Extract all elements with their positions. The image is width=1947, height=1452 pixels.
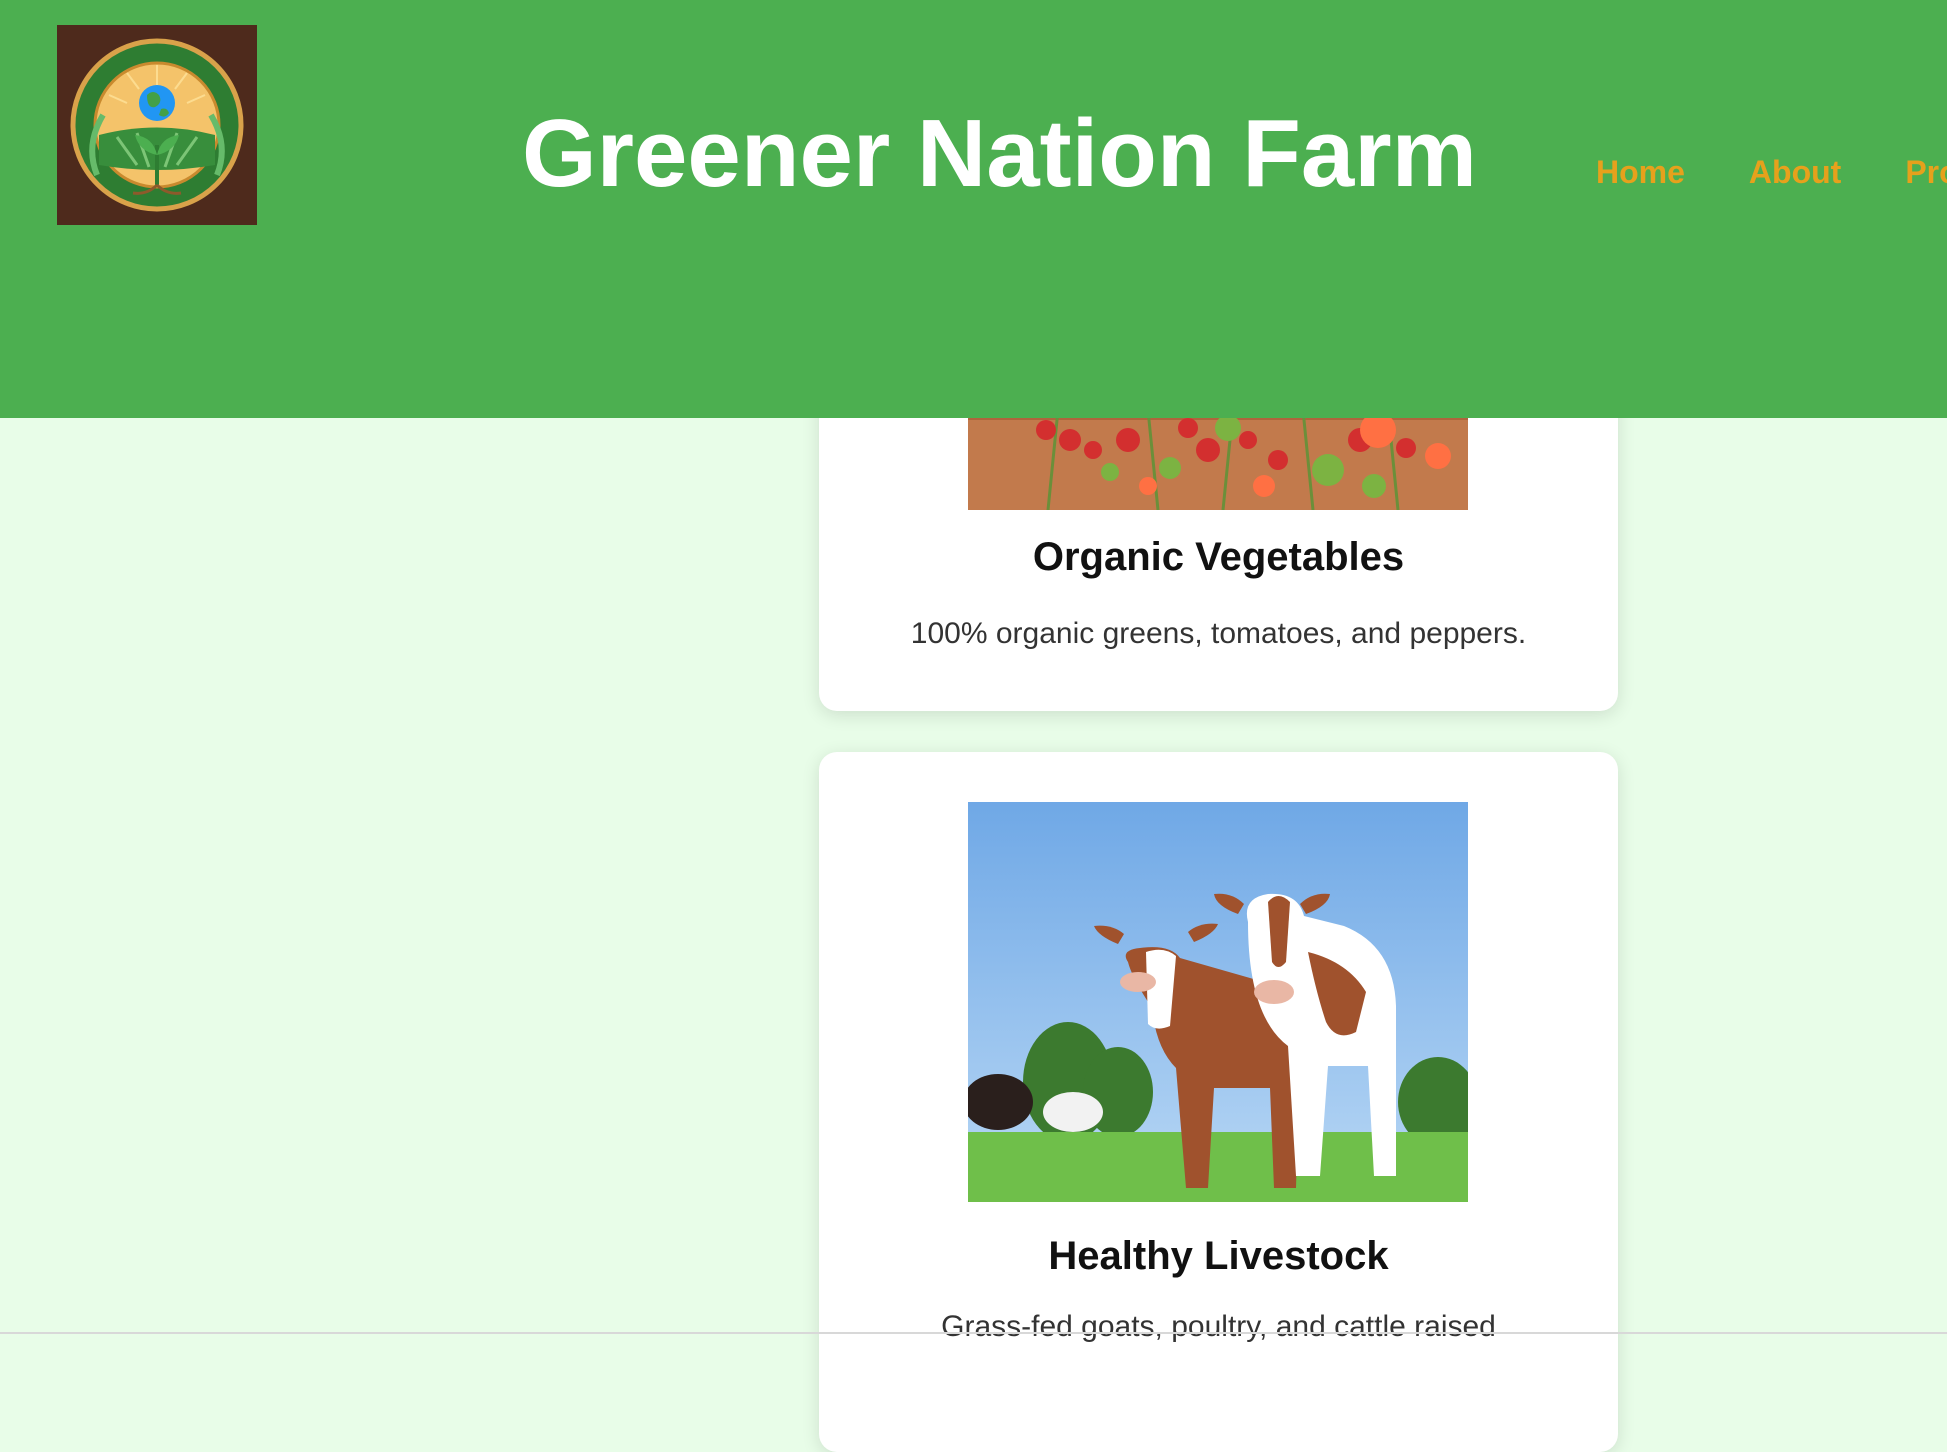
farm-logo[interactable]: [57, 25, 257, 225]
main-nav: Home About Pro: [1596, 152, 1947, 192]
product-description: 100% organic greens, tomatoes, and peppe…: [910, 617, 1527, 650]
logo-emblem-icon: [57, 25, 257, 225]
site-title: Greener Nation Farm: [522, 100, 1477, 207]
nav-home-link[interactable]: Home: [1596, 152, 1685, 192]
product-title: Organic Vegetables: [1032, 535, 1405, 579]
nav-products-link[interactable]: Pro: [1905, 152, 1947, 192]
nav-about-link[interactable]: About: [1749, 152, 1841, 192]
cows-image: [968, 802, 1468, 1202]
cows-photo-icon: [968, 802, 1468, 1202]
site-header: Greener Nation Farm Home About Pro: [0, 0, 1947, 418]
product-description: Grass-fed goats, poultry, and cattle rai…: [941, 1310, 1496, 1343]
product-title: Healthy Livestock: [1048, 1234, 1389, 1278]
site-title-wrapper: Greener Nation Farm: [522, 98, 1477, 210]
product-card-livestock: Healthy Livestock Grass-fed goats, poult…: [819, 752, 1618, 1452]
